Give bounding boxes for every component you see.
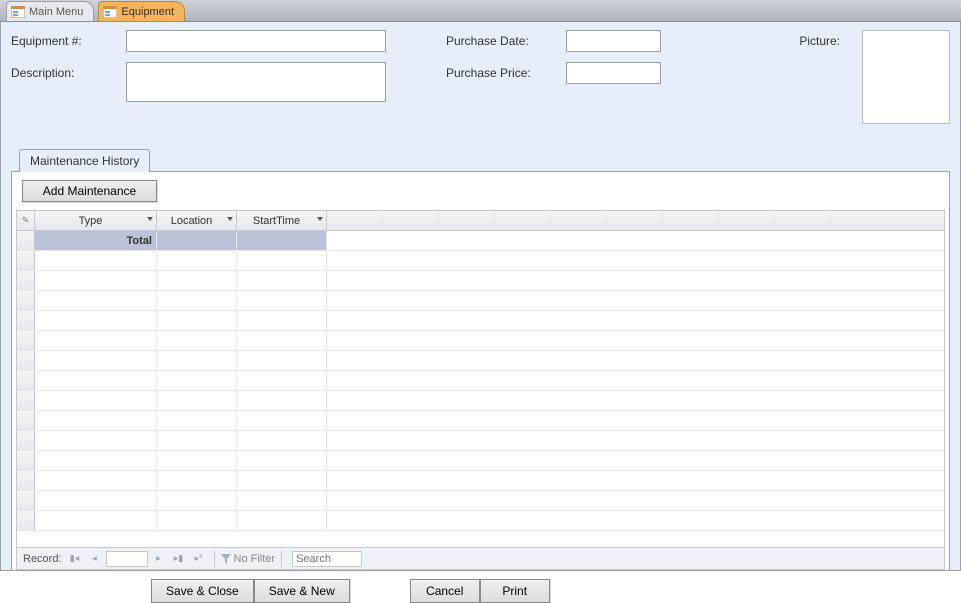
- tab-main-menu[interactable]: Main Menu: [6, 1, 94, 21]
- table-row[interactable]: [17, 271, 944, 291]
- upper-fields: Equipment #: Purchase Date: Picture: Des…: [11, 30, 950, 124]
- purchase-price-input[interactable]: [566, 62, 661, 84]
- picture-box[interactable]: [862, 30, 950, 124]
- save-close-button[interactable]: Save & Close: [151, 579, 254, 603]
- column-header-type[interactable]: Type: [35, 211, 157, 230]
- purchase-price-label: Purchase Price:: [446, 62, 566, 80]
- description-input[interactable]: [126, 62, 386, 102]
- search-input[interactable]: [292, 551, 362, 567]
- total-label-cell: Total: [35, 231, 157, 250]
- subtab-maintenance-history[interactable]: Maintenance History: [19, 149, 150, 172]
- description-label: Description:: [11, 62, 126, 80]
- table-row[interactable]: [17, 471, 944, 491]
- row-selector-header[interactable]: ✎: [17, 211, 35, 230]
- table-row[interactable]: [17, 451, 944, 471]
- table-row[interactable]: [17, 351, 944, 371]
- table-row[interactable]: [17, 511, 944, 531]
- total-row: Total: [17, 231, 944, 251]
- table-row[interactable]: [17, 391, 944, 411]
- tab-equipment[interactable]: Equipment: [98, 1, 185, 21]
- nav-last-button[interactable]: ▸▮: [170, 551, 188, 567]
- chevron-down-icon: [317, 217, 323, 221]
- form-icon: [11, 6, 25, 18]
- grid-header: ✎ Type Location StartTime: [17, 211, 944, 231]
- equipment-no-input[interactable]: [126, 30, 386, 52]
- subtab-panel: Add Maintenance ✎ Type Location StartTim…: [11, 171, 950, 571]
- record-navigator: Record: ▮◂ ◂ ▸ ▸▮ ▸* No Filter: [17, 547, 944, 569]
- form-body: Equipment #: Purchase Date: Picture: Des…: [0, 22, 961, 571]
- picture-label: Picture:: [661, 30, 850, 48]
- subtab-wrap: Maintenance History Add Maintenance ✎ Ty…: [11, 148, 950, 571]
- chevron-down-icon: [147, 217, 153, 221]
- empty-header-area: [327, 211, 944, 230]
- tab-label: Main Menu: [29, 6, 83, 18]
- total-cell: [157, 231, 237, 250]
- filter-icon: [221, 554, 231, 564]
- record-number-input[interactable]: [106, 551, 148, 567]
- form-icon: [103, 6, 117, 18]
- table-row[interactable]: [17, 251, 944, 271]
- table-row[interactable]: [17, 431, 944, 451]
- table-row[interactable]: [17, 411, 944, 431]
- tab-label: Equipment: [121, 6, 174, 18]
- equipment-no-label: Equipment #:: [11, 30, 126, 48]
- nav-prev-button[interactable]: ◂: [86, 551, 104, 567]
- maintenance-grid: ✎ Type Location StartTime: [16, 210, 945, 570]
- grid-rows[interactable]: Total: [17, 231, 944, 547]
- cancel-button[interactable]: Cancel: [410, 579, 480, 603]
- add-maintenance-button[interactable]: Add Maintenance: [22, 180, 157, 202]
- purchase-date-label: Purchase Date:: [446, 30, 566, 48]
- chevron-down-icon: [227, 217, 233, 221]
- table-row[interactable]: [17, 491, 944, 511]
- table-row[interactable]: [17, 291, 944, 311]
- total-cell: [237, 231, 327, 250]
- record-label: Record:: [23, 553, 62, 565]
- print-button[interactable]: Print: [480, 579, 550, 603]
- purchase-date-input[interactable]: [566, 30, 661, 52]
- table-row[interactable]: [17, 331, 944, 351]
- nav-next-button[interactable]: ▸: [150, 551, 168, 567]
- table-row[interactable]: [17, 371, 944, 391]
- table-row[interactable]: [17, 311, 944, 331]
- column-header-location[interactable]: Location: [157, 211, 237, 230]
- bottom-buttons: Save & Close Save & New Cancel Print: [151, 579, 950, 603]
- nav-first-button[interactable]: ▮◂: [66, 551, 84, 567]
- row-selector[interactable]: [17, 231, 35, 250]
- save-new-button[interactable]: Save & New: [254, 579, 350, 603]
- nav-new-button[interactable]: ▸*: [190, 551, 208, 567]
- column-header-starttime[interactable]: StartTime: [237, 211, 327, 230]
- tab-strip: Main Menu Equipment: [0, 0, 961, 22]
- filter-indicator[interactable]: No Filter: [221, 553, 276, 565]
